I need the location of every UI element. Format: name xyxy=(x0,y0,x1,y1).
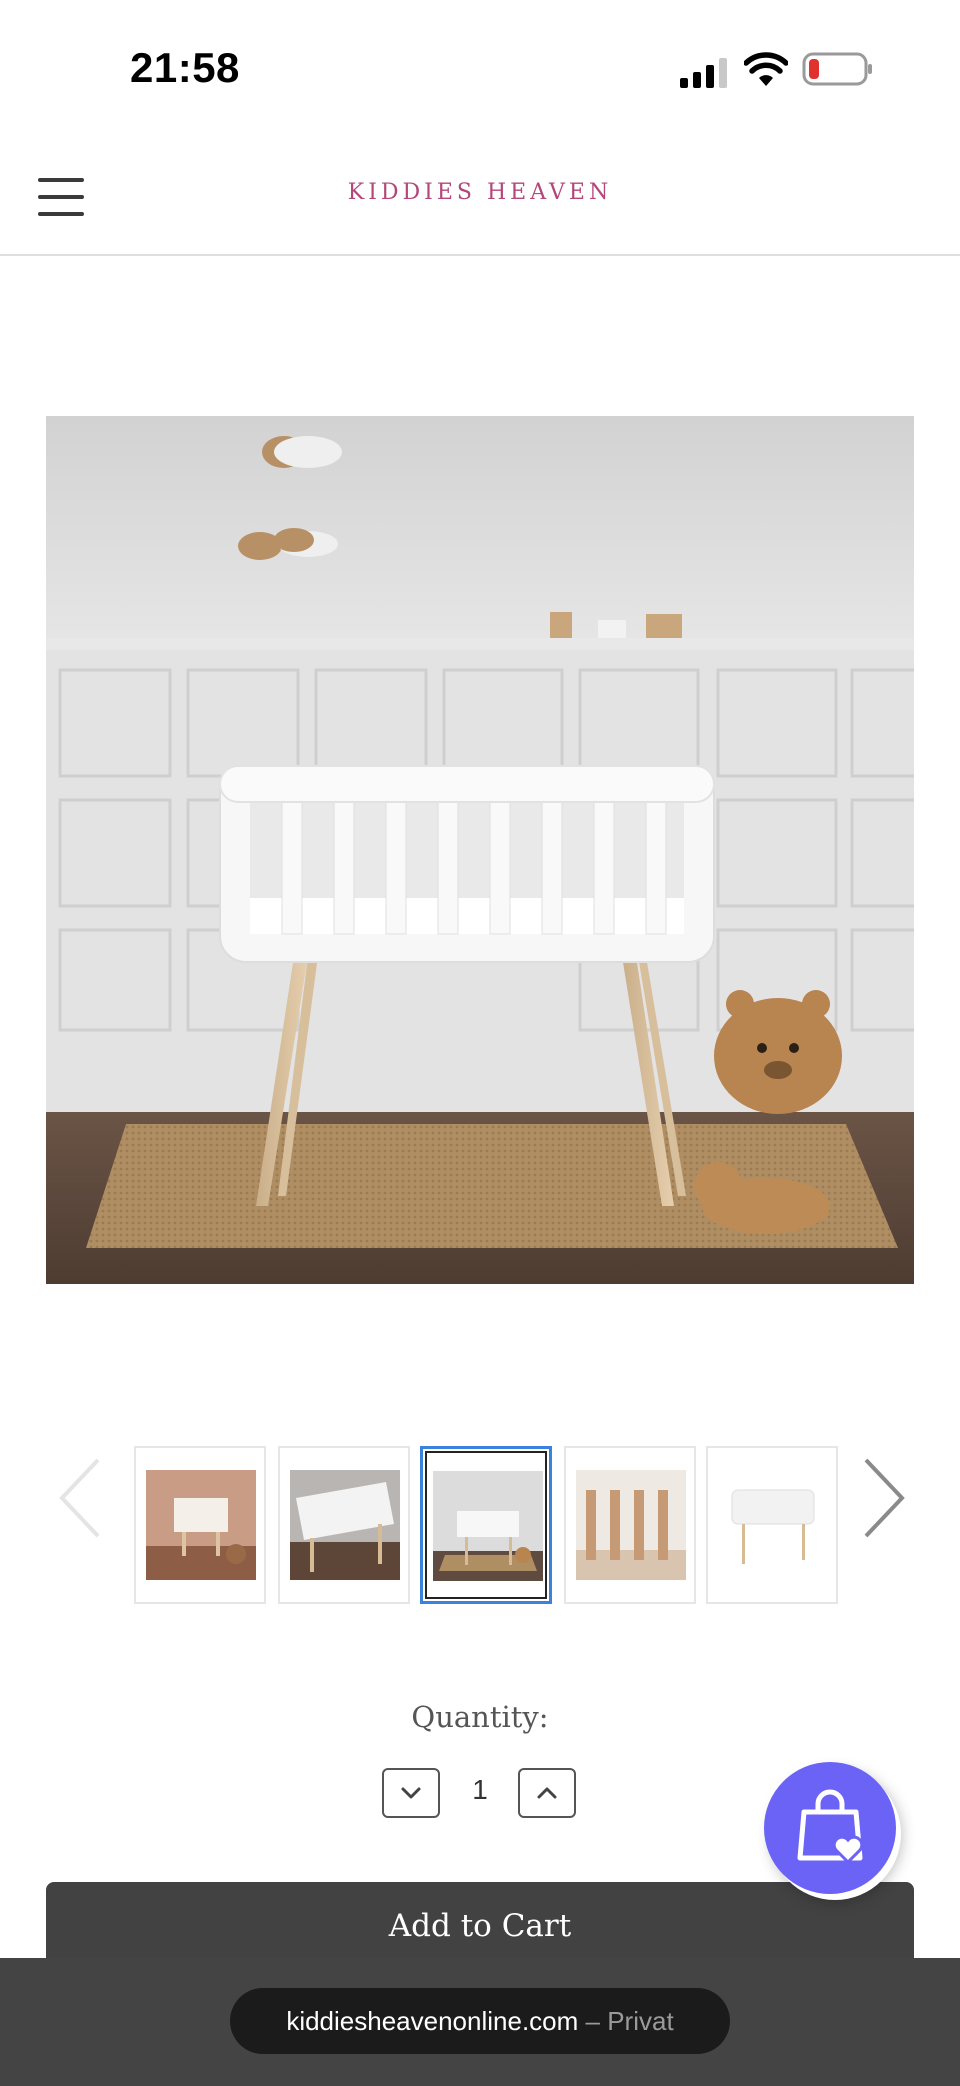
chevron-left-icon[interactable] xyxy=(54,1454,108,1542)
quantity-label: Quantity: xyxy=(411,1700,549,1734)
brand-logo[interactable]: KIDDIES HEAVEN xyxy=(0,180,960,205)
quantity-increase-button[interactable] xyxy=(518,1768,576,1818)
thumb-crib-warm-room[interactable] xyxy=(134,1446,266,1604)
battery-icon xyxy=(802,52,872,86)
thumbnail-strip xyxy=(130,1440,840,1610)
wishlist-floating-button[interactable] xyxy=(764,1762,896,1894)
chevron-down-icon xyxy=(401,1787,421,1799)
quantity-decrease-button[interactable] xyxy=(382,1768,440,1818)
address-bar[interactable]: kiddiesheavenonline.com – Privat xyxy=(230,1988,730,2054)
chevron-up-icon xyxy=(537,1787,557,1799)
site-header: KIDDIES HEAVEN xyxy=(0,140,960,256)
signal-icon xyxy=(680,58,727,88)
shopping-bag-heart-icon xyxy=(797,1789,864,1865)
thumb-crib-closeup[interactable] xyxy=(564,1446,696,1604)
wifi-icon xyxy=(744,52,788,86)
clock-time: 21:58 xyxy=(130,44,240,91)
product-hero-image[interactable] xyxy=(46,416,914,1284)
private-mode-label: Privat xyxy=(607,2006,674,2036)
status-bar: 21:58 xyxy=(0,0,960,140)
quantity-value[interactable]: 1 xyxy=(452,1774,508,1806)
thumb-crib-angled[interactable] xyxy=(278,1446,410,1604)
address-separator: – xyxy=(578,2006,608,2036)
thumb-crib-white-background[interactable] xyxy=(706,1446,838,1604)
address-domain: kiddiesheavenonline.com xyxy=(286,2006,579,2036)
chevron-right-icon[interactable] xyxy=(856,1454,910,1542)
thumb-crib-front[interactable] xyxy=(420,1446,552,1604)
